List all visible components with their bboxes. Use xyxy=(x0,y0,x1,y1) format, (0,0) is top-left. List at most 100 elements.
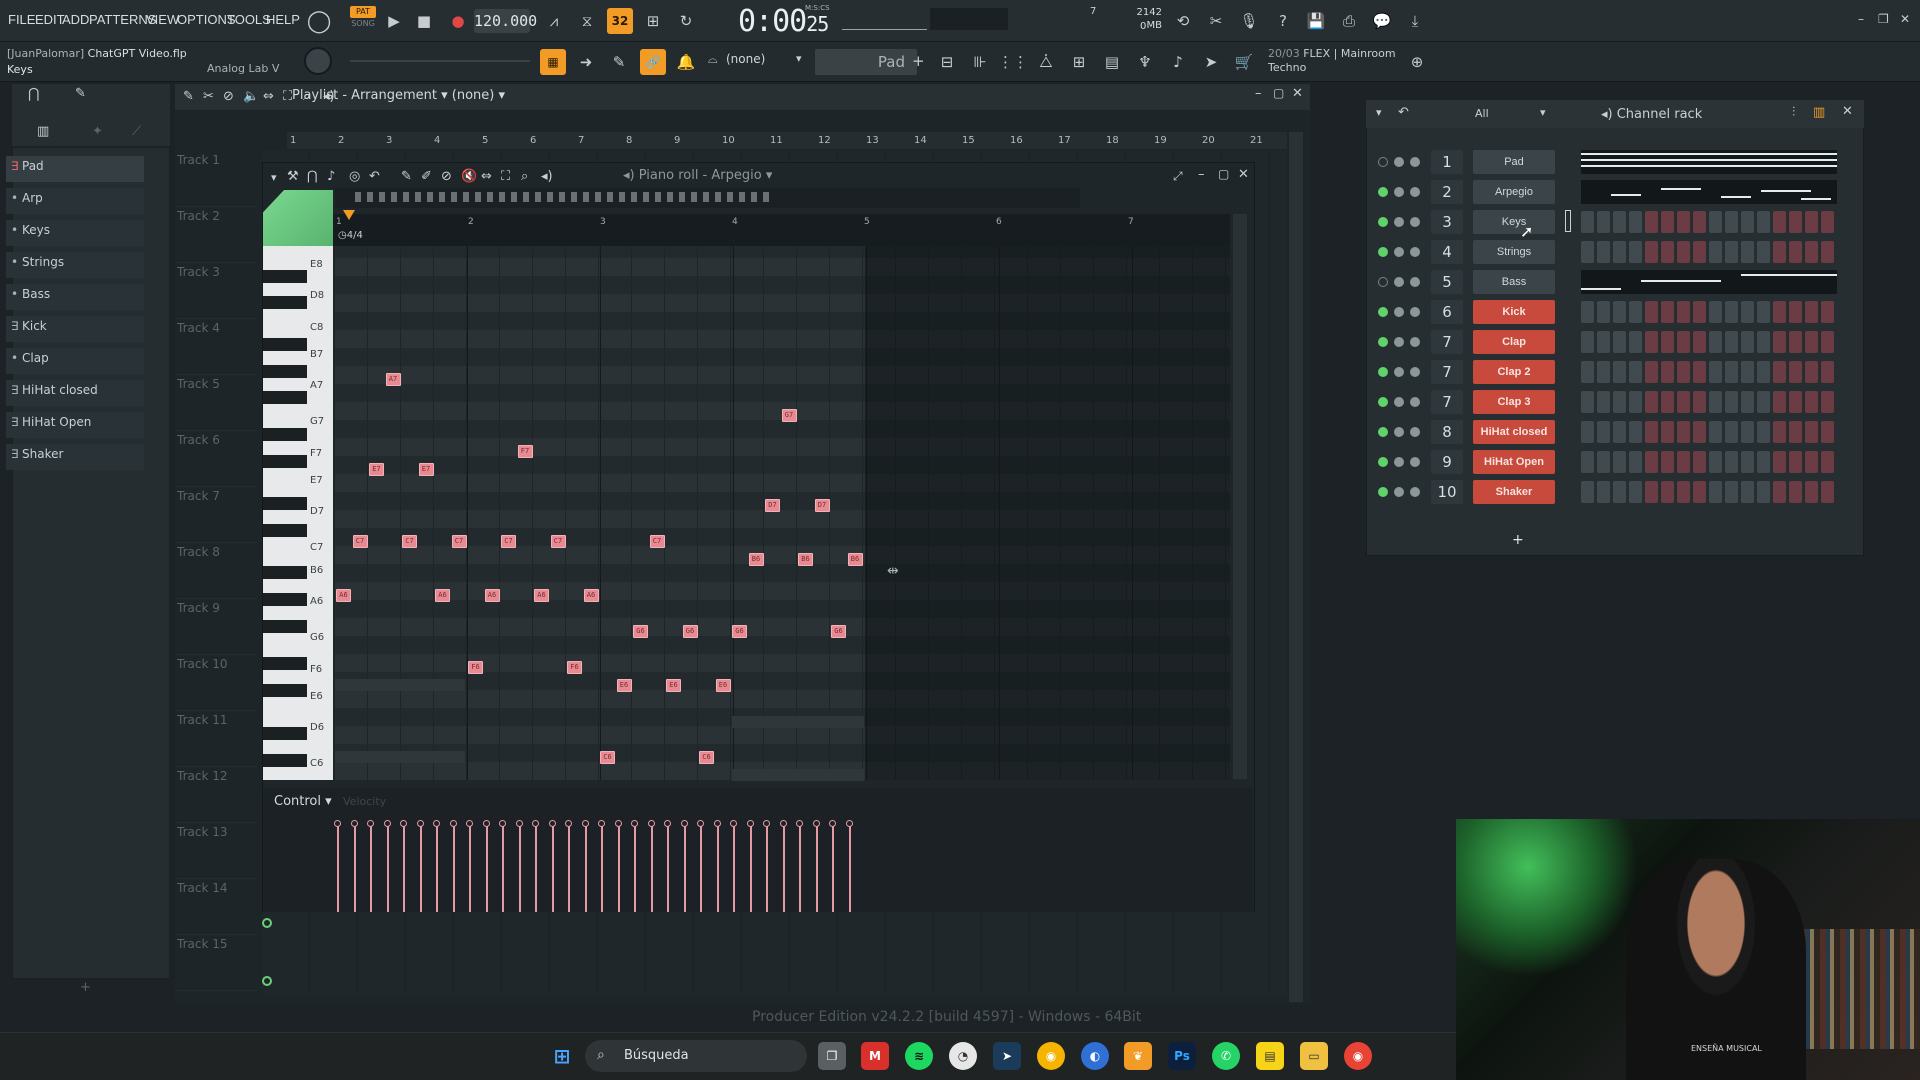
velocity-handle[interactable] xyxy=(680,820,688,827)
step-button[interactable] xyxy=(1645,361,1658,383)
track-header[interactable]: Track 10 xyxy=(177,655,257,711)
piano-roll-scrollbar[interactable] xyxy=(1233,214,1247,779)
midi-note[interactable]: C6 xyxy=(600,751,615,764)
midi-note[interactable]: G6 xyxy=(831,625,846,638)
step-button[interactable] xyxy=(1597,391,1610,413)
step-button[interactable] xyxy=(1805,211,1818,233)
step-sequencer[interactable] xyxy=(1581,241,1837,265)
velocity-handle[interactable] xyxy=(334,820,341,827)
channel-mixer-track[interactable]: 6 xyxy=(1431,300,1463,324)
channel-mixer-track[interactable]: 9 xyxy=(1431,450,1463,474)
velocity-lane[interactable] xyxy=(334,812,865,912)
browser-wand-icon[interactable]: ⟋ xyxy=(132,124,141,139)
velocity-bar[interactable] xyxy=(733,826,735,912)
browser-piano-icon[interactable]: ▥ xyxy=(37,124,49,139)
step-button[interactable] xyxy=(1725,481,1738,503)
step-button[interactable] xyxy=(1661,301,1674,323)
channel-mixer-track[interactable]: 1 xyxy=(1431,150,1463,174)
channel-volume-knob[interactable] xyxy=(1410,427,1420,437)
channel-mute-led[interactable] xyxy=(1378,277,1388,287)
tempo-display[interactable]: 120.000 xyxy=(474,9,537,33)
step-button[interactable] xyxy=(1581,211,1594,233)
velocity-handle[interactable] xyxy=(482,820,490,827)
step-button[interactable] xyxy=(1757,391,1770,413)
velocity-handle[interactable] xyxy=(565,820,572,827)
step-sequencer[interactable] xyxy=(1581,481,1837,505)
track-header[interactable]: Track 15 xyxy=(177,935,257,991)
step-button[interactable] xyxy=(1821,301,1834,323)
microphone-icon[interactable]: 🎙 xyxy=(1236,8,1262,34)
black-key[interactable] xyxy=(263,684,307,697)
channel-mute-led[interactable] xyxy=(1378,457,1388,467)
velocity-bar[interactable] xyxy=(386,826,389,912)
midi-note[interactable]: C7 xyxy=(402,535,417,548)
step-button[interactable] xyxy=(1613,211,1626,233)
velocity-bar[interactable] xyxy=(584,826,587,912)
midi-note[interactable]: F6 xyxy=(468,661,483,674)
menu-edit[interactable]: EDIT xyxy=(35,12,65,27)
step-button[interactable] xyxy=(1677,241,1690,263)
channel-name-button[interactable]: Shaker xyxy=(1473,480,1555,504)
midi-note[interactable]: G7 xyxy=(781,409,797,422)
pr-zoom-icon[interactable]: ⌕ xyxy=(521,169,528,184)
step-button[interactable] xyxy=(1693,211,1706,233)
track-header[interactable]: Track 14 xyxy=(177,879,257,935)
piano-roll-overview[interactable] xyxy=(335,188,1080,208)
velocity-bar[interactable] xyxy=(601,826,603,912)
channel-volume-knob[interactable] xyxy=(1410,457,1420,467)
black-key[interactable] xyxy=(263,566,307,579)
pr-menu-arrow-icon[interactable]: ▾ xyxy=(271,171,277,184)
mute-icon[interactable]: ⊘ xyxy=(223,89,234,104)
channel-mute-led[interactable] xyxy=(1378,307,1388,317)
pr-undo-icon[interactable]: ↶ xyxy=(369,169,380,184)
step-button[interactable] xyxy=(1677,211,1690,233)
track-header[interactable]: Track 1 xyxy=(177,151,257,207)
velocity-bar[interactable] xyxy=(650,826,653,912)
playlist-minimize-icon[interactable]: – xyxy=(1255,86,1262,101)
menu-help[interactable]: HELP xyxy=(266,12,300,27)
midi-note[interactable]: C7 xyxy=(649,535,665,548)
channel-volume-knob[interactable] xyxy=(1410,367,1420,377)
step-button[interactable] xyxy=(1645,391,1658,413)
step-button[interactable] xyxy=(1613,481,1626,503)
channel-mixer-track[interactable]: 7 xyxy=(1431,390,1463,414)
step-button[interactable] xyxy=(1677,421,1690,443)
playlist-close-icon[interactable]: ✕ xyxy=(1292,86,1303,101)
channel-pattern-preview[interactable] xyxy=(1581,150,1837,174)
channel-pan-knob[interactable] xyxy=(1394,187,1404,197)
velocity-bar[interactable] xyxy=(535,826,537,912)
channel-mixer-track[interactable]: 5 xyxy=(1431,270,1463,294)
velocity-handle[interactable] xyxy=(499,820,506,827)
velocity-bar[interactable] xyxy=(700,826,702,912)
step-button[interactable] xyxy=(1725,451,1738,473)
select-icon[interactable]: ⛶ xyxy=(283,89,292,104)
midi-note[interactable]: D7 xyxy=(765,499,780,512)
step-button[interactable] xyxy=(1773,361,1786,383)
velocity-handle[interactable] xyxy=(763,820,770,827)
step-button[interactable] xyxy=(1581,301,1594,323)
step-button[interactable] xyxy=(1597,301,1610,323)
velocity-handle[interactable] xyxy=(449,820,457,827)
step-sequencer[interactable] xyxy=(1581,211,1837,235)
step-button[interactable] xyxy=(1725,331,1738,353)
velocity-bar[interactable] xyxy=(815,826,818,912)
playlist-selector[interactable]: (none) xyxy=(452,88,495,103)
master-pitch-knob[interactable] xyxy=(304,47,332,75)
channel-mute-led[interactable] xyxy=(1378,157,1388,167)
black-key[interactable] xyxy=(263,754,307,767)
step-button[interactable] xyxy=(1709,241,1722,263)
channel-pan-knob[interactable] xyxy=(1394,397,1404,407)
step-button[interactable] xyxy=(1581,391,1594,413)
pencil-tool-icon[interactable]: ✎ xyxy=(606,49,632,75)
chat-icon[interactable]: 💬 xyxy=(1369,8,1395,34)
channel-mute-led[interactable] xyxy=(1378,367,1388,377)
velocity-bar[interactable] xyxy=(634,826,636,912)
browser-item[interactable]: • Keys xyxy=(6,220,144,246)
add-channel-button[interactable]: + xyxy=(1512,532,1524,548)
channel-pan-knob[interactable] xyxy=(1394,307,1404,317)
midi-note[interactable]: C7 xyxy=(352,535,368,548)
velocity-handle[interactable] xyxy=(433,820,440,827)
step-button[interactable] xyxy=(1597,451,1610,473)
dropdown-arrow-icon[interactable]: ▾ xyxy=(796,52,802,65)
velocity-bar[interactable] xyxy=(502,826,504,912)
